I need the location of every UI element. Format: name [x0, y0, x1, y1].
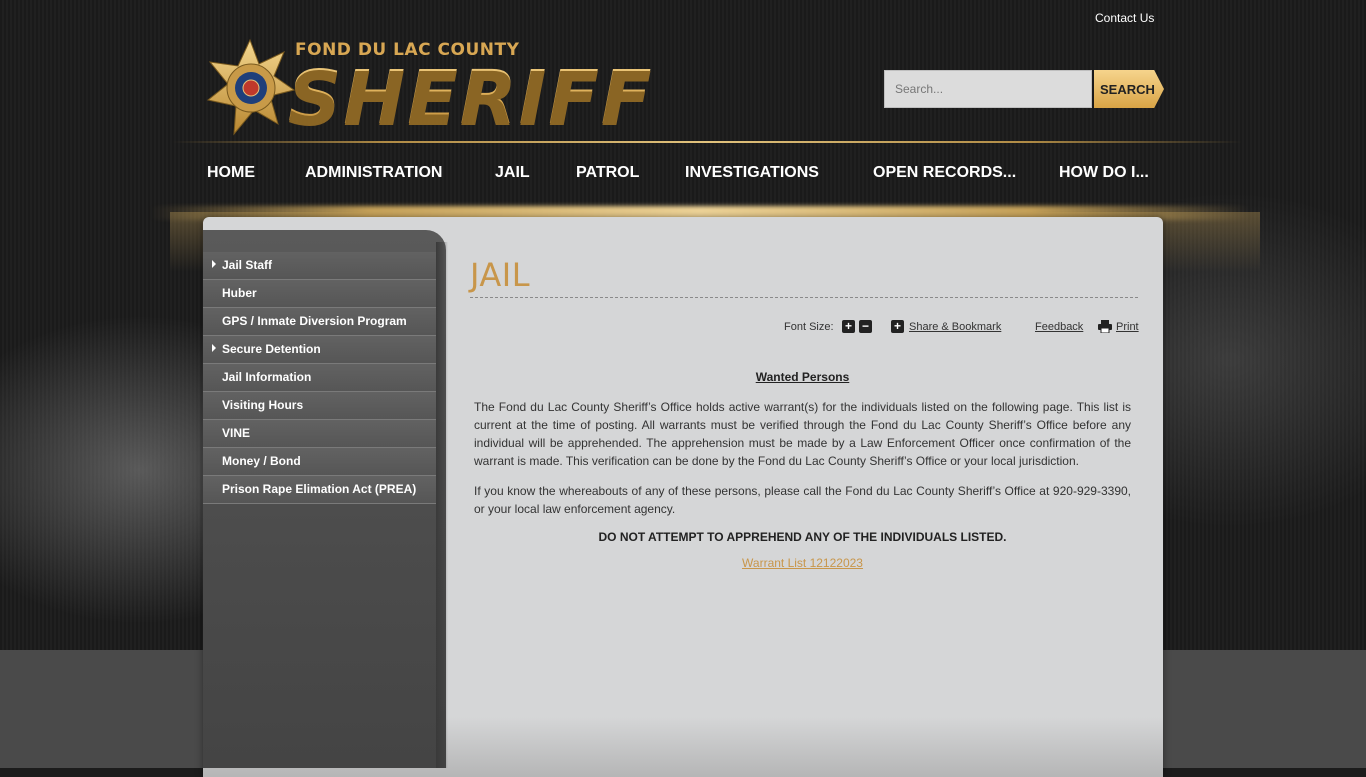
article-paragraph: If you know the whereabouts of any of th…	[474, 484, 1131, 516]
submenu-arrow-icon	[212, 260, 216, 268]
sidebar-shadow	[436, 242, 448, 768]
submenu-arrow-icon	[212, 344, 216, 352]
sidebar-item-jail-staff[interactable]: Jail Staff	[203, 252, 436, 280]
sidebar-item-huber[interactable]: Huber	[203, 280, 436, 308]
sidebar-item-label: Prison Rape Elimation Act (PREA)	[222, 482, 417, 496]
feedback-link[interactable]: Feedback	[1035, 321, 1083, 333]
sidebar-menu: Jail Staff Huber GPS / Inmate Diversion …	[203, 252, 436, 504]
share-plus-icon[interactable]: +	[891, 320, 904, 333]
sidebar-item-secure-detention[interactable]: Secure Detention	[203, 336, 436, 364]
sidebar-item-label: VINE	[222, 426, 251, 440]
main-nav: HOME ADMINISTRATION JAIL PATROL INVESTIG…	[0, 160, 1366, 188]
font-increase-icon[interactable]: +	[842, 320, 855, 333]
sidebar-item-gps-inmate-diversion[interactable]: GPS / Inmate Diversion Program	[203, 308, 436, 336]
site-logo[interactable]: FOND DU LAC COUNTY SHERIFF	[204, 38, 714, 142]
print-link[interactable]: Print	[1116, 321, 1139, 333]
font-decrease-icon[interactable]: −	[859, 320, 872, 333]
sidebar-item-label: Secure Detention	[222, 342, 321, 356]
sidebar-item-label: Jail Information	[222, 370, 312, 384]
sidebar-item-label: Money / Bond	[222, 454, 301, 468]
warning-text: DO NOT ATTEMPT TO APPREHEND ANY OF THE I…	[598, 530, 1007, 544]
sidebar-item-jail-information[interactable]: Jail Information	[203, 364, 436, 392]
nav-how-do-i[interactable]: HOW DO I...	[1059, 164, 1149, 182]
nav-administration[interactable]: ADMINISTRATION	[305, 164, 442, 182]
sidebar-item-vine[interactable]: VINE	[203, 420, 436, 448]
nav-open-records[interactable]: OPEN RECORDS...	[873, 164, 1016, 182]
warrant-list-container: Warrant List 12122023	[474, 556, 1131, 570]
nav-home[interactable]: HOME	[207, 164, 255, 182]
sidebar-item-label: Jail Staff	[222, 258, 273, 272]
title-divider	[470, 297, 1138, 298]
search-input[interactable]	[884, 70, 1092, 108]
nav-jail[interactable]: JAIL	[495, 164, 530, 182]
sidebar-item-money-bond[interactable]: Money / Bond	[203, 448, 436, 476]
contact-us-link[interactable]: Contact Us	[1095, 11, 1154, 25]
sidebar-item-visiting-hours[interactable]: Visiting Hours	[203, 392, 436, 420]
print-icon[interactable]	[1098, 320, 1112, 333]
sidebar-item-label: Visiting Hours	[222, 398, 304, 412]
sheriff-badge-icon	[206, 38, 296, 136]
warrant-list-link[interactable]: Warrant List 12122023	[742, 556, 863, 570]
article-heading: Wanted Persons	[755, 370, 850, 384]
font-size-label: Font Size:	[784, 321, 834, 333]
logo-sheriff-text: SHERIFF	[288, 55, 654, 141]
page-toolbar: Font Size: + − + Share & Bookmark Feedba…	[470, 320, 1139, 336]
sidebar-item-label: GPS / Inmate Diversion Program	[222, 314, 407, 328]
nav-investigations[interactable]: INVESTIGATIONS	[685, 164, 819, 182]
search-button[interactable]: SEARCH	[1094, 70, 1164, 108]
article-body: Wanted Persons The Fond du Lac County Sh…	[474, 370, 1131, 570]
page-title: JAIL	[470, 256, 531, 294]
sidebar-item-prea[interactable]: Prison Rape Elimation Act (PREA)	[203, 476, 436, 504]
sidebar-item-label: Huber	[222, 286, 257, 300]
nav-patrol[interactable]: PATROL	[576, 164, 639, 182]
share-bookmark-link[interactable]: Share & Bookmark	[909, 321, 1001, 333]
article-paragraph: The Fond du Lac County Sheriff’s Office …	[474, 400, 1131, 468]
